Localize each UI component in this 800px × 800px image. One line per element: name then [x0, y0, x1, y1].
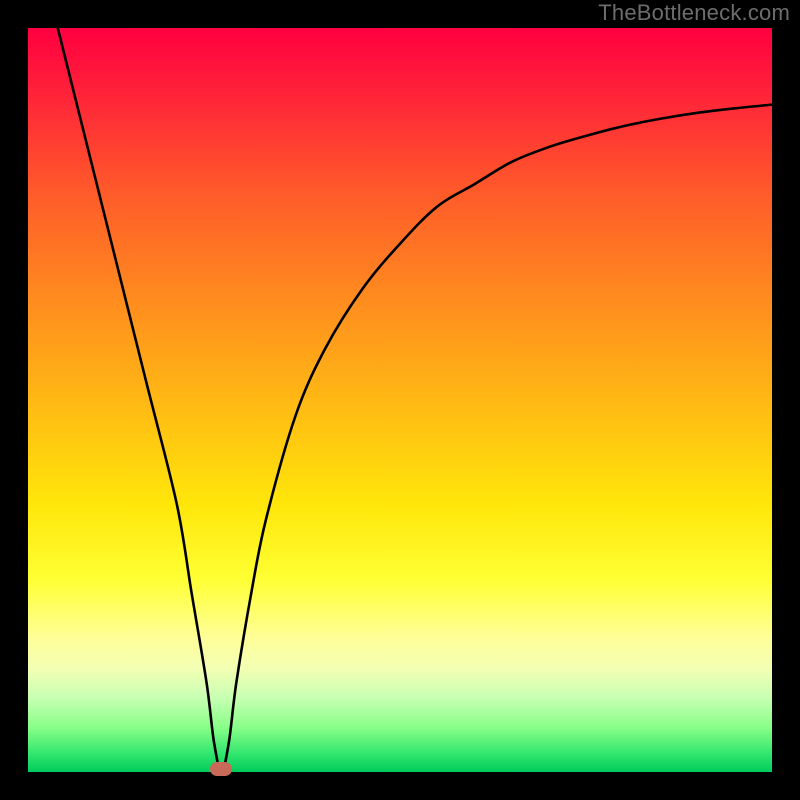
chart-frame: [28, 28, 772, 772]
bottleneck-curve: [28, 28, 772, 772]
optimal-marker: [210, 762, 232, 776]
attribution-text: TheBottleneck.com: [598, 0, 790, 26]
